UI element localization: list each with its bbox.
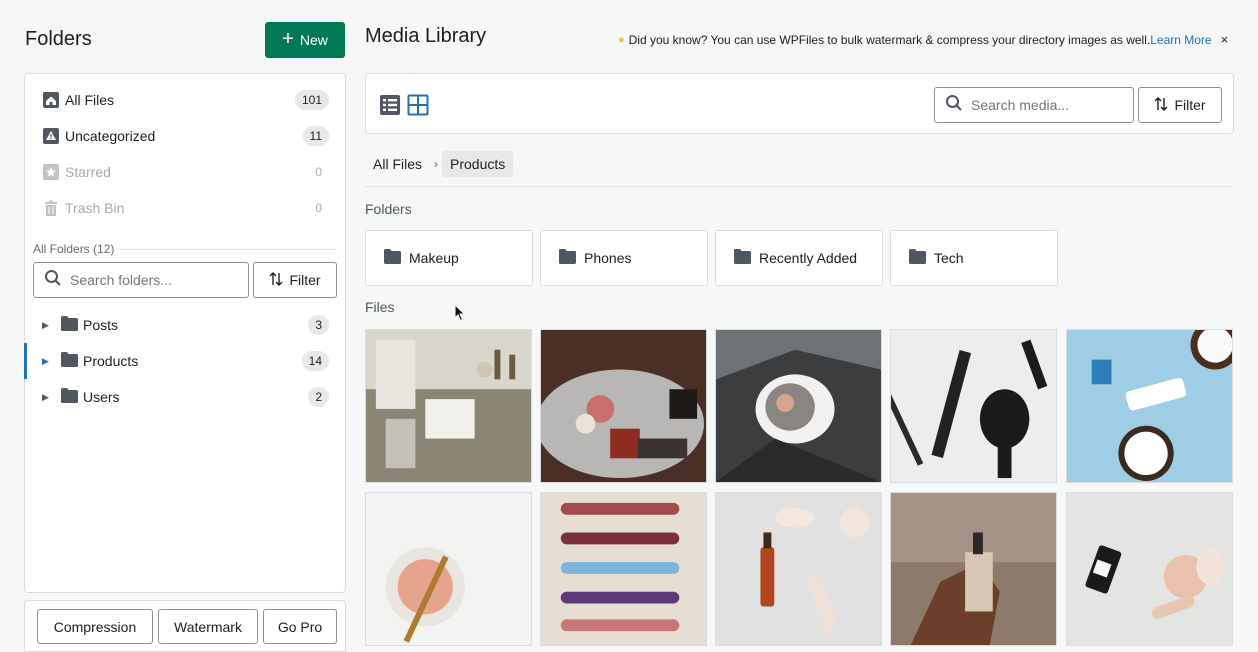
file-thumbnail[interactable] <box>890 329 1057 483</box>
mouse-pointer-icon <box>454 303 466 327</box>
folder-card-recently-added[interactable]: Recently Added <box>715 230 883 286</box>
filter-label: Filter <box>289 272 321 288</box>
caret-right-icon[interactable]: ▶ <box>42 392 49 403</box>
folder-search-input[interactable] <box>70 272 220 288</box>
folder-icon <box>384 249 401 267</box>
folder-icon <box>61 316 78 334</box>
search-icon <box>945 94 963 117</box>
nav-count: 11 <box>302 126 329 146</box>
nav-label: Uncategorized <box>65 128 156 144</box>
divider <box>365 186 1234 187</box>
folder-icon <box>61 352 78 370</box>
page-title: Media Library <box>365 25 487 47</box>
lightbulb-icon: ● <box>618 33 625 46</box>
file-thumbnail[interactable] <box>715 492 882 646</box>
compression-button[interactable]: Compression <box>37 609 153 644</box>
file-thumbnail[interactable] <box>365 492 532 646</box>
caret-right-icon[interactable]: ▶ <box>42 356 49 367</box>
file-thumbnail[interactable] <box>715 329 882 483</box>
tree-item-label: Users <box>83 389 120 405</box>
breadcrumb-products[interactable]: Products <box>442 151 514 177</box>
breadcrumb-all-files[interactable]: All Files <box>365 151 430 177</box>
tree-item-products[interactable]: ▶ Products 14 <box>24 343 345 379</box>
watermark-button[interactable]: Watermark <box>158 609 258 644</box>
learn-more-link[interactable]: Learn More <box>1150 33 1211 47</box>
filter-label: Filter <box>1174 97 1206 113</box>
close-icon[interactable]: × <box>1221 32 1229 47</box>
folder-filter-button[interactable]: Filter <box>253 262 337 298</box>
home-icon <box>43 92 59 108</box>
media-filter-button[interactable]: Filter <box>1138 87 1222 123</box>
nav-label: Starred <box>65 164 111 180</box>
folder-card-label: Tech <box>934 250 964 266</box>
files-section-label: Files <box>365 299 395 315</box>
folder-icon <box>909 249 926 267</box>
folder-search-box[interactable] <box>33 262 249 298</box>
search-icon <box>44 269 62 292</box>
file-thumbnail[interactable] <box>540 329 707 483</box>
media-toolbar: Filter <box>365 73 1234 134</box>
folder-card-label: Makeup <box>409 250 459 266</box>
folder-card-phones[interactable]: Phones <box>540 230 708 286</box>
file-thumbnail[interactable] <box>1066 492 1233 646</box>
list-view-icon[interactable] <box>379 94 401 116</box>
media-search-input[interactable] <box>971 97 1121 113</box>
folder-icon <box>734 249 751 267</box>
new-button-label: New <box>299 32 328 48</box>
nav-starred[interactable]: Starred 0 <box>43 159 329 185</box>
folder-card-label: Recently Added <box>759 250 858 266</box>
sort-icon <box>269 271 283 289</box>
nav-count: 0 <box>315 201 322 215</box>
warning-icon <box>43 128 59 144</box>
tree-item-label: Products <box>83 353 139 369</box>
grid-view-icon[interactable] <box>407 94 429 116</box>
nav-all-files[interactable]: All Files 101 <box>43 87 329 113</box>
tree-item-count: 14 <box>301 351 329 371</box>
folder-card-tech[interactable]: Tech <box>890 230 1058 286</box>
folders-section-label: Folders <box>365 201 412 217</box>
folder-panel: All Files 101 Uncategorized 11 Starred 0… <box>24 73 346 593</box>
folder-card-makeup[interactable]: Makeup <box>365 230 533 286</box>
star-icon <box>43 164 59 180</box>
bottom-actions: Compression Watermark Go Pro <box>24 600 346 652</box>
folder-icon <box>61 388 78 406</box>
sidebar-title: Folders <box>25 28 92 50</box>
tree-item-count: 3 <box>308 315 329 335</box>
new-folder-button[interactable]: + New <box>265 22 345 58</box>
breadcrumb: All Files › Products <box>365 150 514 178</box>
file-thumbnail[interactable] <box>540 492 707 646</box>
nav-label: Trash Bin <box>65 200 125 216</box>
tree-item-users[interactable]: ▶ Users 2 <box>25 383 345 411</box>
nav-count: 101 <box>294 90 329 110</box>
nav-count: 0 <box>315 165 322 179</box>
tree-item-label: Posts <box>83 317 119 333</box>
tree-item-count: 2 <box>308 387 329 407</box>
go-pro-button[interactable]: Go Pro <box>263 609 337 644</box>
nav-uncategorized[interactable]: Uncategorized 11 <box>43 123 329 149</box>
plus-icon: + <box>282 28 294 50</box>
nav-label: All Files <box>65 92 115 108</box>
media-search-box[interactable] <box>934 87 1134 123</box>
tip-banner: ● Did you know? You can use WPFiles to b… <box>618 32 1228 47</box>
chevron-right-icon: › <box>434 157 439 171</box>
sort-icon <box>1154 96 1168 114</box>
file-thumbnail[interactable] <box>365 329 532 483</box>
file-thumbnail[interactable] <box>890 492 1057 646</box>
caret-right-icon[interactable]: ▶ <box>42 320 49 331</box>
all-folders-label: All Folders (12) <box>33 242 121 256</box>
folder-icon <box>559 249 576 267</box>
tip-text: Did you know? You can use WPFiles to bul… <box>628 32 1151 47</box>
tree-item-posts[interactable]: ▶ Posts 3 <box>25 311 345 339</box>
folder-card-label: Phones <box>584 250 632 266</box>
file-thumbnail[interactable] <box>1066 329 1233 483</box>
trash-icon <box>43 200 59 216</box>
nav-trash-bin[interactable]: Trash Bin 0 <box>43 195 329 221</box>
